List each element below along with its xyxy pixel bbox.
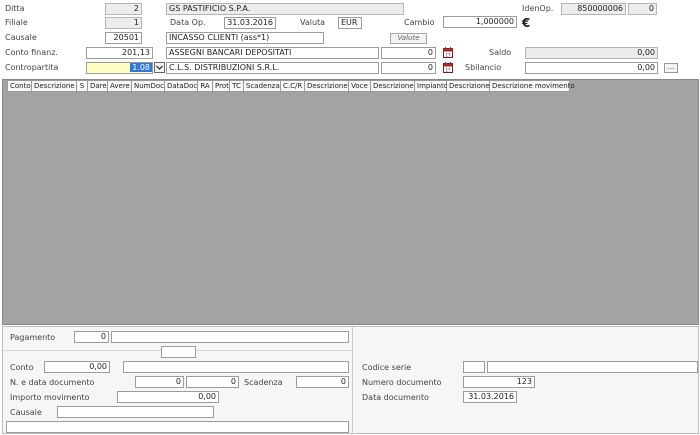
scadenza-label: Scadenza bbox=[244, 378, 283, 387]
calendar-icon[interactable]: 17 bbox=[443, 47, 453, 58]
filiale-code-field[interactable]: 1 bbox=[105, 17, 142, 29]
idenop-extra-field: 0 bbox=[628, 3, 657, 15]
n-data-documento-label: N. e data documento bbox=[10, 378, 95, 387]
bottom-causale-field[interactable] bbox=[57, 406, 214, 418]
saldo-field: 0,00 bbox=[525, 47, 658, 59]
panel-divider bbox=[352, 327, 353, 434]
cambio-field[interactable]: 1,000000 bbox=[443, 16, 517, 28]
conto-finanz-description-field: ASSEGNI BANCARI DEPOSITATI bbox=[166, 47, 379, 59]
contropartita-label: Contropartita bbox=[5, 63, 59, 72]
column-header[interactable]: Descrizione bbox=[305, 80, 349, 92]
valuta-label: Valuta bbox=[300, 18, 326, 27]
importo-movimento-field[interactable]: 0,00 bbox=[117, 391, 219, 403]
column-header[interactable]: Scadenza bbox=[244, 80, 281, 92]
column-header[interactable]: Descrizione movimento bbox=[490, 80, 575, 92]
svg-text:17: 17 bbox=[445, 53, 451, 58]
pagamento-description-field bbox=[111, 331, 349, 343]
n-documento-field[interactable]: 0 bbox=[135, 376, 184, 388]
causale-label: Causale bbox=[5, 33, 37, 42]
data-documento-label: Data documento bbox=[362, 393, 429, 402]
importo-movimento-label: Importo movimento bbox=[10, 393, 90, 402]
column-header[interactable]: RA bbox=[198, 80, 213, 92]
svg-text:17: 17 bbox=[445, 68, 451, 73]
column-header[interactable]: NumDoc bbox=[132, 80, 165, 92]
bottom-causale-description-field[interactable] bbox=[6, 421, 349, 433]
contropartita-description-field: C.L.S. DISTRIBUZIONI S.R.L. bbox=[166, 62, 379, 74]
data-documento-field[interactable]: 0 bbox=[186, 376, 239, 388]
conto-finanz-label: Conto finanz. bbox=[5, 48, 58, 57]
column-header[interactable]: Conto bbox=[7, 80, 32, 92]
column-header[interactable]: Voce bbox=[349, 80, 371, 92]
dropdown-button[interactable] bbox=[154, 62, 165, 73]
calendar-icon[interactable]: 17 bbox=[443, 62, 453, 73]
column-header[interactable]: C.C/R bbox=[281, 80, 305, 92]
grid-header: Conto Descrizione S Dare Avere NumDoc Da… bbox=[7, 80, 575, 92]
scadenza-field[interactable]: 0 bbox=[296, 376, 349, 388]
saldo-label: Saldo bbox=[489, 48, 512, 57]
conto-finanz-code-field[interactable]: 201,13 bbox=[86, 47, 153, 59]
conto-finanz-amount-field[interactable]: 0 bbox=[381, 47, 436, 59]
numero-documento-field[interactable]: 123 bbox=[463, 376, 535, 388]
causale-description-field: INCASSO CLIENTI (ass*1) bbox=[166, 32, 324, 44]
codice-serie-field[interactable] bbox=[463, 361, 485, 373]
idenop-field: 850000006 bbox=[561, 3, 626, 15]
column-header[interactable]: S bbox=[77, 80, 88, 92]
contropartita-code-field[interactable]: 1.08 bbox=[86, 62, 153, 74]
contropartita-code-selection: 1.08 bbox=[130, 63, 152, 72]
column-header[interactable]: Avere bbox=[108, 80, 132, 92]
column-header[interactable]: Dare bbox=[88, 80, 108, 92]
ditta-code-field[interactable]: 2 bbox=[105, 3, 142, 15]
contropartita-amount-field[interactable]: 0 bbox=[381, 62, 436, 74]
data-op-field[interactable]: 31.03.2016 bbox=[224, 17, 276, 29]
column-header[interactable]: Descrizione bbox=[447, 80, 490, 92]
ditta-name-field: GS PASTIFICIO S.P.A. bbox=[166, 3, 404, 15]
euro-icon[interactable]: € bbox=[522, 16, 530, 30]
cambio-label: Cambio bbox=[404, 18, 435, 27]
codice-serie-label: Codice serie bbox=[362, 363, 412, 372]
pagamento-extra-field[interactable] bbox=[161, 346, 196, 358]
data-op-label: Data Op. bbox=[170, 18, 206, 27]
sbilancio-field: 0,00 bbox=[525, 62, 658, 74]
ditta-label: Ditta bbox=[5, 4, 25, 13]
column-header[interactable]: TC bbox=[230, 80, 244, 92]
codice-serie-description-field bbox=[487, 361, 698, 373]
data-documento-bottom-field[interactable]: 31.03.2016 bbox=[463, 391, 517, 403]
sbilancio-label: Sbilancio bbox=[465, 63, 502, 72]
more-button[interactable]: ... bbox=[664, 63, 678, 73]
numero-documento-label: Numero documento bbox=[362, 378, 442, 387]
movements-grid[interactable] bbox=[2, 79, 699, 325]
column-header[interactable]: Impianto bbox=[415, 80, 448, 92]
bottom-causale-label: Causale bbox=[10, 408, 42, 417]
conto-description-field bbox=[123, 361, 349, 373]
valute-button[interactable]: Valute bbox=[390, 33, 427, 44]
column-header[interactable]: DataDoc bbox=[165, 80, 198, 92]
idenop-label: IdenOp. bbox=[522, 4, 554, 13]
conto-field[interactable]: 0,00 bbox=[44, 361, 110, 373]
pagamento-label: Pagamento bbox=[10, 333, 56, 342]
filiale-label: Filiale bbox=[5, 18, 28, 27]
causale-code-field[interactable]: 20501 bbox=[105, 32, 142, 44]
column-header[interactable]: Descrizione bbox=[371, 80, 415, 92]
column-header[interactable]: Descrizione bbox=[32, 80, 77, 92]
pagamento-code-field[interactable]: 0 bbox=[74, 331, 109, 343]
column-header[interactable]: Prot bbox=[213, 80, 230, 92]
chevron-down-icon bbox=[156, 65, 163, 70]
conto-label: Conto bbox=[10, 363, 34, 372]
valuta-field[interactable]: EUR bbox=[338, 17, 362, 29]
